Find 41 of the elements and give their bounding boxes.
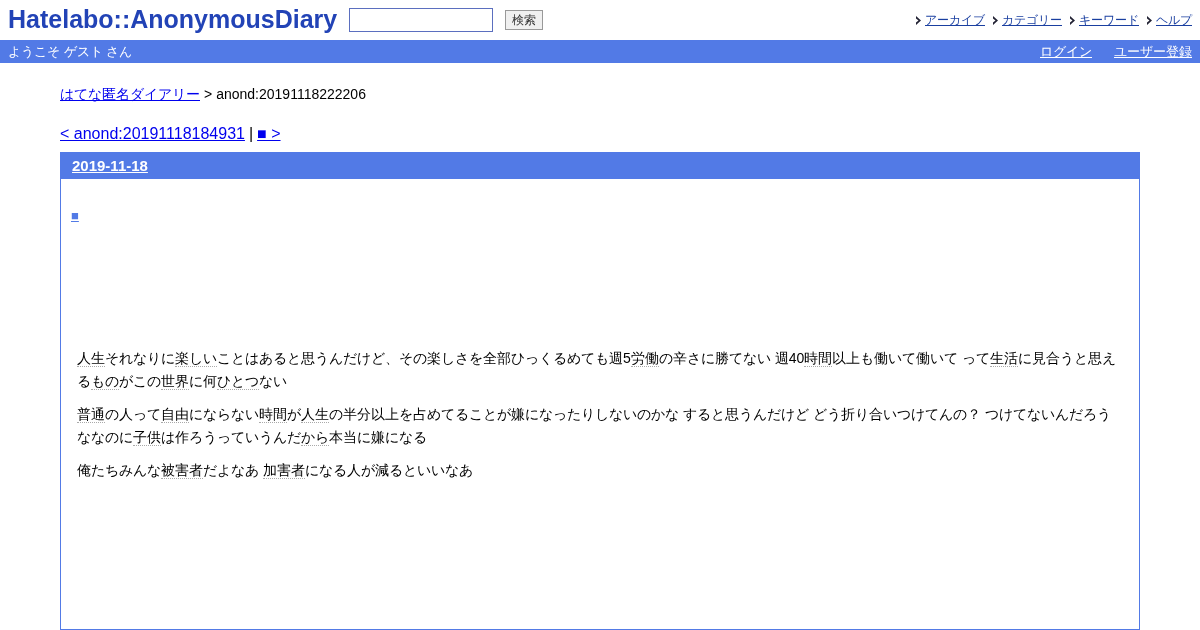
nav-link[interactable]: カテゴリー bbox=[1002, 11, 1062, 29]
keyword-link[interactable]: もの bbox=[91, 373, 119, 390]
account-link[interactable]: ユーザー登録 bbox=[1114, 41, 1192, 62]
nav-link[interactable]: ヘルプ bbox=[1156, 11, 1192, 29]
body-paragraph: 普通の人って 自由にならない時間が人生の半分以上を占めてることが嫌になったりしないのかな すると思うんだけど どう折り合いつけてんの？ つけてないんだろうななのに子供は作ろうっていうんだから本当に嫌になる bbox=[77, 405, 1112, 448]
arrow-icon bbox=[916, 15, 922, 25]
body-paragraph: 人生それなりに楽しい ことはあると思うんだけど、その楽しさを全部ひっくるめても週5労働の辛さに勝てない 週40時間以上も働いて働いて って生活に見合うと思える ものがこの世界に何ひとつない bbox=[77, 349, 1118, 392]
arrow-icon bbox=[993, 15, 999, 25]
keyword-link[interactable]: から bbox=[301, 429, 329, 446]
nav-link[interactable]: キーワード bbox=[1079, 11, 1139, 29]
keyword-link[interactable]: 普通 bbox=[77, 406, 105, 423]
pager-separator: | bbox=[248, 124, 254, 144]
search-field[interactable] bbox=[349, 8, 494, 32]
keyword-link[interactable]: 自由 bbox=[161, 406, 189, 423]
arrow-icon bbox=[1070, 15, 1076, 25]
body-paragraph: 俺たちみんな被害者だよなあ 加害者になる人が減るといいなあ bbox=[77, 461, 474, 481]
keyword-link[interactable]: 人生 bbox=[77, 350, 105, 367]
account-link[interactable]: ログイン bbox=[1040, 41, 1092, 62]
keyword-link[interactable]: 世界 bbox=[161, 373, 189, 390]
keyword-link[interactable]: 楽しい bbox=[175, 350, 217, 367]
site-logo[interactable]: Hatelabo::AnonymousDiary bbox=[8, 1, 338, 39]
nav-link[interactable]: アーカイブ bbox=[925, 11, 985, 29]
next-entry-link[interactable]: ■ > bbox=[257, 122, 281, 146]
keyword-link[interactable]: 子供 bbox=[133, 429, 161, 446]
keyword-link[interactable]: 被害者 bbox=[161, 462, 203, 479]
keyword-link[interactable]: 人生 bbox=[301, 406, 329, 423]
previous-entry-link[interactable]: < anond:20191118184931 bbox=[60, 122, 245, 146]
keyword-link[interactable]: 加害者 bbox=[262, 462, 305, 479]
search-button[interactable]: 検索 bbox=[505, 10, 544, 30]
breadcrumb-separator: > bbox=[204, 85, 213, 104]
breadcrumb-current: anond:20191118222206 bbox=[216, 85, 366, 104]
entry-link[interactable]: ■ bbox=[71, 208, 79, 223]
keyword-link[interactable]: ひとつ bbox=[217, 373, 259, 390]
keyword-link[interactable]: 時間 bbox=[804, 350, 833, 367]
keyword-link[interactable]: 時間 bbox=[259, 406, 287, 423]
date-link[interactable]: 2019-11-18 bbox=[72, 154, 148, 178]
arrow-icon bbox=[1147, 15, 1153, 25]
keyword-link[interactable]: 生活 bbox=[990, 350, 1019, 367]
breadcrumb-link[interactable]: はてな匿名ダイアリー bbox=[60, 84, 200, 105]
welcome-text: ようこそ ゲスト さん bbox=[8, 42, 133, 61]
keyword-link[interactable]: 労働 bbox=[630, 350, 659, 367]
